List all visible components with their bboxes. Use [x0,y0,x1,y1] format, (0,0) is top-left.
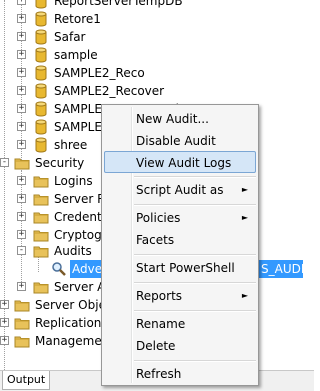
folder-icon [33,282,49,294]
expand-toggle[interactable]: + [17,282,26,291]
tree-item-label: Safar [54,30,86,44]
tree-item-label: Audits [54,244,92,258]
menu-separator [134,310,256,312]
menu-item-start-powershell[interactable]: Start PowerShell [104,257,256,279]
tree-item-sample[interactable]: + sample [0,46,314,64]
expand-toggle[interactable]: + [17,104,26,113]
tree-item-label-overflow: S_AUDI [259,260,305,278]
magnifier-icon [52,262,66,276]
menu-separator [134,176,256,178]
submenu-arrow-icon: ► [241,291,248,300]
submenu-arrow-icon: ► [241,185,248,194]
database-icon [35,29,47,45]
expand-toggle[interactable]: + [0,336,9,345]
folder-icon [14,318,30,330]
tree-item-label: Credenti [54,210,106,224]
menu-item-rename[interactable]: Rename [104,313,256,335]
expand-toggle[interactable]: + [17,14,26,23]
expand-toggle[interactable]: + [17,68,26,77]
menu-item-refresh[interactable]: Refresh [104,363,256,385]
collapse-toggle[interactable]: - [0,158,9,167]
menu-item-disable-audit[interactable]: Disable Audit [104,130,256,152]
expand-toggle[interactable]: + [17,194,26,203]
menu-item-delete[interactable]: Delete [104,335,256,357]
menu-item-new-audit[interactable]: New Audit... [104,108,256,130]
menu-item-label: Policies [136,211,181,225]
tree-item-label: SAMPLE2_Reco [54,66,145,80]
menu-item-label: Delete [136,339,176,353]
menu-item-label: Script Audit as [136,183,224,197]
expand-toggle[interactable]: + [17,86,26,95]
tree-item-retore1[interactable]: + Retore1 [0,10,314,28]
expand-toggle[interactable]: + [17,32,26,41]
expand-toggle[interactable]: + [17,50,26,59]
tree-item-label: shree [54,138,88,152]
tree-item-label: sample [54,48,98,62]
folder-icon [14,300,30,312]
menu-item-label: Reports [136,289,183,303]
database-icon [35,0,47,9]
menu-item-label: Rename [136,317,186,331]
expand-toggle[interactable]: + [17,122,26,131]
tree-item-sample2-recover[interactable]: + SAMPLE2_Recover [0,82,314,100]
collapse-toggle[interactable]: - [17,246,26,255]
menu-separator [134,204,256,206]
tree-item-reportservertempdb[interactable]: + ReportServerTempDB [0,0,314,10]
database-icon [35,101,47,117]
tab-output[interactable]: Output [2,371,51,390]
expand-toggle[interactable]: + [17,230,26,239]
folder-icon [33,230,49,242]
expand-toggle[interactable]: + [0,318,9,327]
database-icon [35,137,47,153]
database-icon [35,11,47,27]
expand-toggle[interactable]: + [17,140,26,149]
expand-toggle[interactable]: + [0,300,9,309]
expand-toggle[interactable]: + [17,176,26,185]
folder-icon [33,176,49,188]
menu-item-label: New Audit... [136,112,209,126]
menu-item-view-audit-logs[interactable]: View Audit Logs [104,151,256,173]
menu-item-label: Facets [136,233,175,247]
database-icon [35,47,47,63]
tree-item-label: ReportServerTempDB [54,0,183,8]
tree-item-label: SAMPLE2_Recover [54,84,165,98]
tree-item-label: Retore1 [54,12,101,26]
menu-item-label: View Audit Logs [136,156,232,170]
menu-item-label: Disable Audit [136,134,216,148]
folder-icon [14,336,30,348]
submenu-arrow-icon: ► [241,213,248,222]
tree-item-label: Logins [54,174,93,188]
tree-item-label: Replication [35,316,102,330]
folder-icon [33,212,49,224]
menu-item-reports[interactable]: Reports ► [104,285,256,307]
folder-icon [14,158,30,170]
tree-item-safar[interactable]: + Safar [0,28,314,46]
menu-item-script-audit-as[interactable]: Script Audit as ► [104,179,256,201]
database-icon [35,83,47,99]
menu-item-facets[interactable]: Facets [104,229,256,251]
database-icon [35,119,47,135]
menu-item-policies[interactable]: Policies ► [104,207,256,229]
expand-toggle[interactable]: + [17,212,26,221]
context-menu: New Audit... Disable Audit View Audit Lo… [101,104,259,386]
folder-icon [33,194,49,206]
tree-item-label: Managemen [35,334,110,348]
menu-separator [134,360,256,362]
menu-separator [134,254,256,256]
menu-item-label: Start PowerShell [136,261,235,275]
folder-icon [33,246,49,258]
menu-item-label: Refresh [136,367,182,381]
tree-item-sample2-reco[interactable]: + SAMPLE2_Reco [0,64,314,82]
tree-item-label: Adve [70,260,104,278]
tree-item-label: Security [35,156,85,170]
expand-toggle[interactable]: + [17,0,26,5]
database-icon [35,65,47,81]
menu-separator [134,282,256,284]
